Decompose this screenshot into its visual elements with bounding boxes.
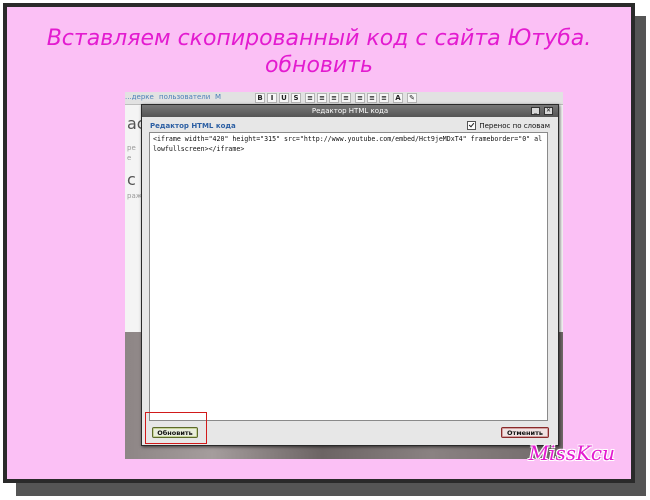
dialog-titlebar[interactable]: Редактор HTML кода _ ✕ xyxy=(142,105,558,117)
screenshot-region: ...дерке пользователи М B I U S ≡ ≡ ≡ ≡ … xyxy=(125,92,563,459)
dialog-header: Редактор HTML кода xyxy=(150,122,236,130)
minimize-icon[interactable]: _ xyxy=(531,107,540,115)
highlight-box xyxy=(145,412,207,444)
bold-tool[interactable]: B xyxy=(255,93,265,103)
list-tool[interactable]: ≡ xyxy=(355,93,365,103)
align-left-tool[interactable]: ≡ xyxy=(305,93,315,103)
slide-heading-line1: Вставляем скопированный код с сайта Ютуб… xyxy=(46,26,592,51)
italic-tool[interactable]: I xyxy=(267,93,277,103)
align-justify-tool[interactable]: ≡ xyxy=(341,93,351,103)
word-wrap-label: Перенос по словам xyxy=(479,121,550,130)
background-text: е xyxy=(127,154,132,162)
close-icon[interactable]: ✕ xyxy=(544,107,553,115)
align-center-tool[interactable]: ≡ xyxy=(317,93,327,103)
slide: Вставляем скопированный код с сайта Ютуб… xyxy=(3,3,635,483)
strikethrough-tool[interactable]: S xyxy=(291,93,301,103)
author-signature: MissKcu xyxy=(528,441,615,465)
cancel-button[interactable]: Отменить xyxy=(501,427,549,438)
html-editor-dialog: Редактор HTML кода _ ✕ Редактор HTML код… xyxy=(141,104,559,446)
indent-tool[interactable]: ≡ xyxy=(379,93,389,103)
background-tab[interactable]: ...дерке xyxy=(125,93,154,101)
background-text: с xyxy=(127,170,136,189)
slide-heading-line2: обновить xyxy=(265,53,373,78)
word-wrap-option[interactable]: Перенос по словам xyxy=(467,121,550,130)
align-right-tool[interactable]: ≡ xyxy=(329,93,339,103)
word-wrap-checkbox[interactable] xyxy=(467,121,477,130)
background-tab[interactable]: М xyxy=(215,93,221,101)
highlight-tool[interactable]: ✎ xyxy=(407,93,417,103)
underline-tool[interactable]: U xyxy=(279,93,289,103)
text-color-tool[interactable]: A xyxy=(393,93,403,103)
background-text: ре xyxy=(127,144,136,152)
slide-heading: Вставляем скопированный код с сайта Ютуб… xyxy=(7,25,631,79)
html-code-textarea[interactable]: <iframe width="420" height="315" src="ht… xyxy=(149,132,548,421)
list-tool[interactable]: ≡ xyxy=(367,93,377,103)
background-tab[interactable]: пользователи xyxy=(159,93,210,101)
dialog-title: Редактор HTML кода xyxy=(311,107,389,115)
